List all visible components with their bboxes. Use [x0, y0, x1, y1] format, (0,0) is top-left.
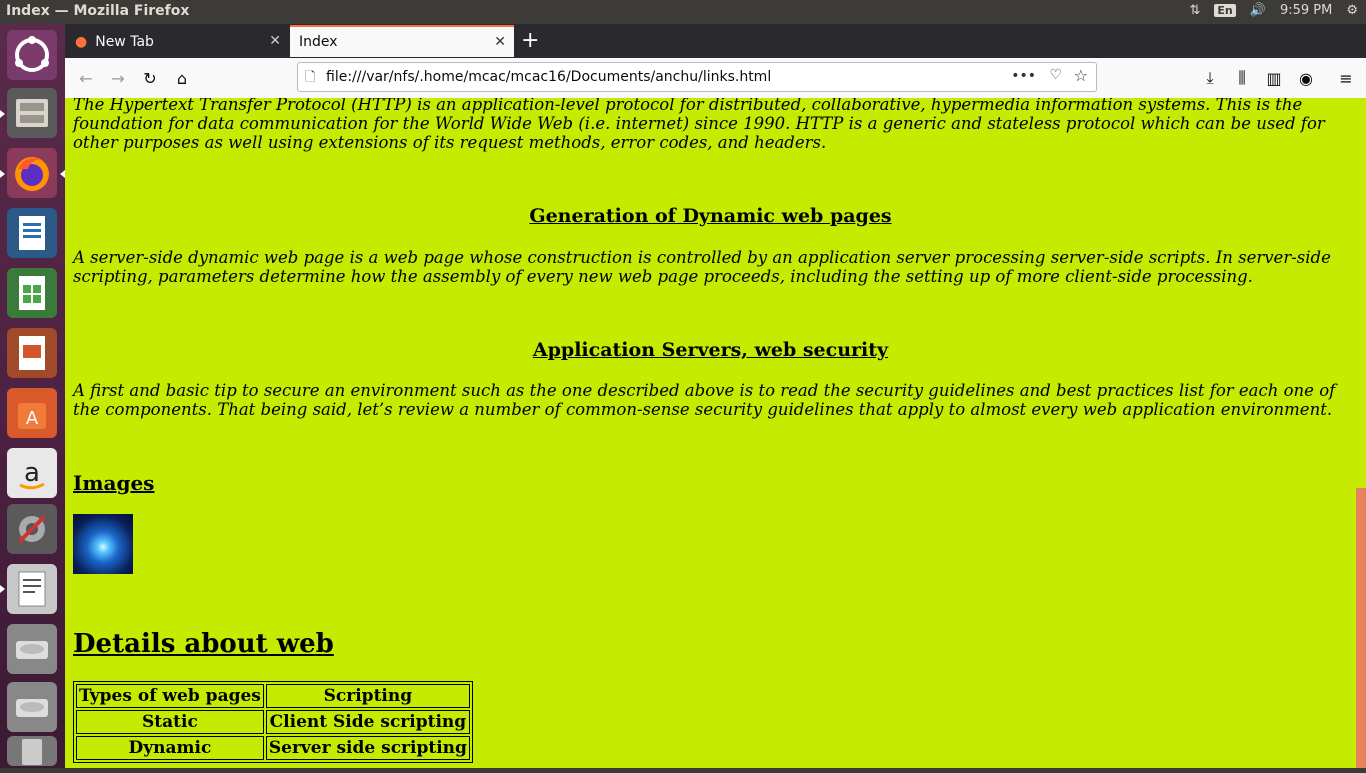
dynamic-pages-heading: Generation of Dynamic web pages [529, 205, 892, 227]
tab-label: New Tab [95, 34, 154, 50]
system-tray: ⇅ En 🔊 9:59 PM ⚙ [1190, 3, 1359, 18]
running-indicator [0, 170, 5, 178]
svg-text:A: A [26, 408, 39, 429]
page-content: The Hypertext Transfer Protocol (HTTP) i… [65, 98, 1356, 768]
web-details-table: Types of web pages Scripting Static Clie… [73, 681, 473, 763]
svg-text:a: a [24, 458, 40, 488]
reload-icon[interactable]: ↻ [139, 67, 161, 89]
firefox-favicon-icon: ● [75, 34, 88, 50]
drive-icon[interactable] [7, 682, 57, 732]
close-tab-icon[interactable]: ✕ [494, 34, 506, 50]
table-header-cell: Types of web pages [76, 684, 264, 708]
files-icon[interactable] [7, 88, 57, 138]
menu-icon[interactable]: ≡ [1335, 67, 1357, 89]
url-text[interactable]: file:///var/nfs/.home/mcac/mcac16/Docume… [326, 69, 771, 85]
forward-arrow-icon[interactable]: → [107, 67, 129, 89]
images-heading: Images [73, 471, 155, 495]
trash-icon[interactable] [7, 736, 57, 766]
home-icon[interactable]: ⌂ [171, 67, 193, 89]
table-cell: Server side scripting [265, 736, 470, 760]
running-indicator [0, 585, 5, 593]
writer-icon[interactable] [7, 208, 57, 258]
unity-launcher: A a [0, 24, 65, 768]
drive-icon[interactable] [7, 624, 57, 674]
ubuntu-logo-icon[interactable] [7, 30, 57, 80]
details-heading: Details about web [73, 629, 334, 659]
table-row: Static Client Side scripting [76, 710, 470, 734]
calc-icon[interactable] [7, 268, 57, 318]
image-thumbnail[interactable] [73, 514, 133, 574]
amazon-icon[interactable]: a [7, 448, 57, 498]
keyboard-language-indicator[interactable]: En [1214, 4, 1236, 17]
url-bar[interactable]: 🗋 file:///var/nfs/.home/mcac/mcac16/Docu… [297, 62, 1097, 92]
new-tab-button[interactable]: + [521, 28, 539, 53]
sidebar-icon[interactable]: ▥ [1263, 67, 1285, 89]
library-icon[interactable]: ⫼ [1231, 67, 1253, 89]
navigation-toolbar: ← → ↻ ⌂ 🗋 file:///var/nfs/.home/mcac/mca… [65, 58, 1366, 99]
system-top-panel: Index — Mozilla Firefox ⇅ En 🔊 9:59 PM ⚙ [0, 0, 1366, 24]
table-cell: Dynamic [76, 736, 264, 760]
http-paragraph: The Hypertext Transfer Protocol (HTTP) i… [73, 98, 1325, 152]
volume-icon[interactable]: 🔊 [1250, 3, 1266, 18]
table-header-row: Types of web pages Scripting [76, 684, 470, 708]
impress-icon[interactable] [7, 328, 57, 378]
app-servers-paragraph: A first and basic tip to secure an envir… [73, 381, 1336, 419]
tab-label: Index [299, 34, 338, 50]
close-tab-icon[interactable]: ✕ [269, 33, 281, 49]
dynamic-pages-paragraph: A server-side dynamic web page is a web … [73, 248, 1331, 286]
downloads-icon[interactable]: ⤓ [1199, 67, 1221, 89]
page-actions-icon[interactable]: ••• [1011, 68, 1036, 84]
app-servers-heading: Application Servers, web security [532, 339, 889, 361]
clock[interactable]: 9:59 PM [1280, 3, 1332, 18]
back-arrow-icon[interactable]: ← [75, 67, 97, 89]
account-icon[interactable]: ◉ [1295, 67, 1317, 89]
table-row: Dynamic Server side scripting [76, 736, 470, 760]
table-cell: Static [76, 710, 264, 734]
system-settings-icon[interactable] [7, 504, 57, 554]
page-info-icon[interactable]: 🗋 [305, 68, 315, 90]
window-title: Index — Mozilla Firefox [6, 3, 190, 19]
table-cell: Client Side scripting [265, 710, 470, 734]
software-center-icon[interactable]: A [7, 388, 57, 438]
scrollbar-thumb[interactable] [1356, 488, 1366, 768]
tab-index[interactable]: Index ✕ [290, 25, 514, 57]
table-header-cell: Scripting [265, 684, 470, 708]
network-icon[interactable]: ⇅ [1190, 3, 1201, 18]
text-editor-icon[interactable] [7, 564, 57, 614]
pocket-icon[interactable]: ♡ [1049, 67, 1062, 83]
tab-strip: ● New Tab ✕ [65, 24, 1366, 58]
tab-new-tab[interactable]: ● New Tab ✕ [65, 26, 289, 58]
bookmark-star-icon[interactable]: ☆ [1074, 66, 1088, 85]
firefox-icon[interactable] [7, 148, 57, 198]
settings-gear-icon[interactable]: ⚙ [1346, 3, 1358, 18]
running-indicator [0, 110, 5, 118]
